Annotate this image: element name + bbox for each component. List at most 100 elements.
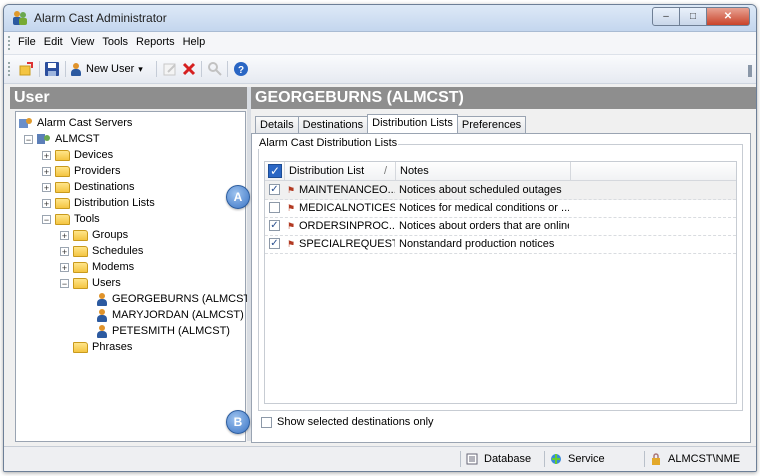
tree-node-root[interactable]: Alarm Cast Servers <box>19 115 132 131</box>
main-window: Alarm Cast Administrator – □ ✕ File Edit… <box>3 4 757 472</box>
folder-icon <box>55 213 70 225</box>
tab-content: Alarm Cast Distribution Lists ✓ Distribu… <box>251 133 751 443</box>
help-icon: ? <box>234 62 248 76</box>
show-selected-checkbox[interactable] <box>261 416 272 428</box>
tree-node-server[interactable]: − ALMCST <box>24 131 100 147</box>
server-refresh-icon <box>19 62 33 76</box>
new-user-button[interactable]: New User ▾ <box>70 60 143 78</box>
tree-node-phrases[interactable]: Phrases <box>73 339 132 355</box>
check-all-icon: ✓ <box>268 163 282 178</box>
distribution-list-icon: ⚑ <box>286 239 296 249</box>
tree-label: Modems <box>92 261 135 273</box>
expand-icon[interactable]: + <box>60 230 69 240</box>
tree-label-server: ALMCST <box>55 133 100 145</box>
folder-icon <box>55 197 70 209</box>
grid-row[interactable]: ⚑ MEDICALNOTICES Notices for medical con… <box>265 199 736 218</box>
tree-node-providers[interactable]: + Providers <box>42 163 120 179</box>
tree-node-user[interactable]: GEORGEBURNS (ALMCST) <box>96 291 254 307</box>
menu-tools[interactable]: Tools <box>102 36 128 48</box>
lock-icon <box>652 453 660 465</box>
tree-node-user[interactable]: MARYJORDAN (ALMCST) <box>96 307 244 323</box>
expand-icon[interactable]: + <box>42 150 51 160</box>
collapse-icon[interactable]: − <box>60 278 69 288</box>
expand-icon[interactable]: + <box>42 198 51 208</box>
tab-preferences[interactable]: Preferences <box>456 116 527 133</box>
row-checkbox[interactable] <box>269 202 280 213</box>
user-icon <box>96 292 108 306</box>
tree-node-tools[interactable]: − Tools <box>42 211 100 227</box>
row-notes: Nonstandard production notices <box>399 238 555 250</box>
tree-label: GEORGEBURNS (ALMCST) <box>112 293 254 305</box>
app-icon <box>13 11 27 25</box>
row-checkbox[interactable]: ✓ <box>269 238 280 249</box>
svg-text:?: ? <box>238 65 244 76</box>
group-label: Alarm Cast Distribution Lists <box>258 137 399 149</box>
expand-icon[interactable]: + <box>60 246 69 256</box>
expand-icon[interactable]: + <box>42 182 51 192</box>
folder-icon <box>55 165 70 177</box>
menu-file[interactable]: File <box>18 36 36 48</box>
tab-details[interactable]: Details <box>255 116 299 133</box>
close-button[interactable]: ✕ <box>706 7 750 26</box>
row-notes: Notices for medical conditions or ... <box>399 202 569 214</box>
tree-node-destinations[interactable]: + Destinations <box>42 179 135 195</box>
status-service: Service <box>544 451 634 467</box>
delete-button[interactable] <box>181 60 197 78</box>
tree-label: Phrases <box>92 341 133 353</box>
tree-label: Tools <box>74 213 100 225</box>
row-checkbox[interactable]: ✓ <box>269 220 280 231</box>
expand-icon[interactable]: + <box>60 262 69 272</box>
grid-row[interactable]: ✓ ⚑ ORDERSINPROC... Notices about orders… <box>265 217 736 236</box>
collapse-icon[interactable]: − <box>42 214 51 224</box>
tree-node-devices[interactable]: + Devices <box>42 147 113 163</box>
row-name: SPECIALREQUESTS <box>299 238 395 250</box>
show-selected-option[interactable]: Show selected destinations only <box>261 416 434 428</box>
row-name: MEDICALNOTICES <box>299 202 395 214</box>
toolbar-grip-icon <box>8 62 13 76</box>
user-icon <box>96 324 108 338</box>
title-bar: Alarm Cast Administrator – □ ✕ <box>4 5 756 32</box>
tree-node-modems[interactable]: + Modems <box>60 259 134 275</box>
grid-header: ✓ Distribution List / Notes <box>265 162 736 181</box>
toolbar-overflow-icon[interactable] <box>748 65 752 77</box>
column-label: Distribution List <box>289 165 365 177</box>
tree-label: Providers <box>74 165 121 177</box>
tree-node-user[interactable]: PETESMITH (ALMCST) <box>96 323 230 339</box>
row-checkbox[interactable]: ✓ <box>269 184 280 195</box>
save-button[interactable] <box>44 60 60 78</box>
sort-indicator-icon: / <box>383 165 387 177</box>
folder-icon <box>73 261 88 273</box>
folder-icon <box>73 277 88 289</box>
column-header-notes[interactable]: Notes <box>396 162 571 180</box>
tab-distribution-lists[interactable]: Distribution Lists <box>367 114 458 133</box>
new-user-label: New User <box>86 63 135 75</box>
edit-button[interactable] <box>162 60 178 78</box>
grid-row[interactable]: ✓ ⚑ MAINTENANCEO... Notices about schedu… <box>265 181 736 200</box>
refresh-servers-button[interactable] <box>18 60 34 78</box>
select-all-checkbox[interactable]: ✓ <box>265 162 285 180</box>
tab-destinations[interactable]: Destinations <box>297 116 369 133</box>
collapse-icon[interactable]: − <box>24 134 33 144</box>
menu-reports[interactable]: Reports <box>136 36 175 48</box>
menu-help[interactable]: Help <box>183 36 206 48</box>
tree-node-schedules[interactable]: + Schedules <box>60 243 143 259</box>
maximize-button[interactable]: □ <box>679 7 707 26</box>
help-button[interactable]: ? <box>233 60 249 78</box>
new-user-dropdown-icon[interactable]: ▾ <box>138 64 143 75</box>
server-icon <box>37 134 50 144</box>
column-header-distribution-list[interactable]: Distribution List / <box>285 162 396 180</box>
tree-node-users[interactable]: − Users <box>60 275 121 291</box>
grid-row[interactable]: ✓ ⚑ SPECIALREQUESTS Nonstandard producti… <box>265 235 736 254</box>
minimize-button[interactable]: – <box>652 7 680 26</box>
find-button[interactable] <box>207 60 223 78</box>
tree-node-distribution-lists[interactable]: + Distribution Lists <box>42 195 155 211</box>
folder-icon <box>55 149 70 161</box>
menu-view[interactable]: View <box>71 36 95 48</box>
menu-edit[interactable]: Edit <box>44 36 63 48</box>
tree-node-groups[interactable]: + Groups <box>60 227 128 243</box>
folder-icon <box>73 341 88 353</box>
expand-icon[interactable]: + <box>42 166 51 176</box>
tree-label: Groups <box>92 229 129 241</box>
status-user: ALMCST\NME <box>644 451 750 467</box>
menu-bar: File Edit View Tools Reports Help <box>4 32 756 55</box>
